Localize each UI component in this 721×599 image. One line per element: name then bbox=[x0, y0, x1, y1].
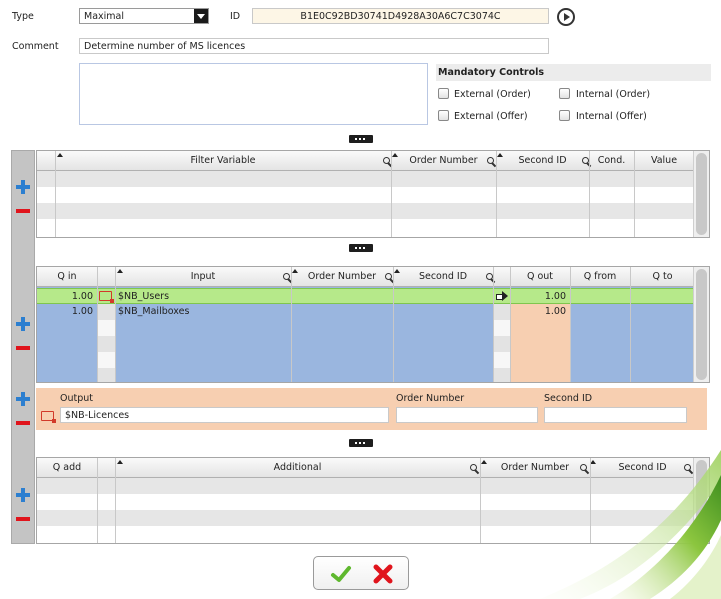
table-row[interactable] bbox=[37, 187, 695, 203]
variable-link-icon[interactable] bbox=[99, 291, 114, 303]
mandatory-controls-title: Mandatory Controls bbox=[438, 67, 545, 78]
col-filter-variable[interactable]: Filter Variable bbox=[55, 151, 391, 171]
output-order-number-field[interactable] bbox=[396, 407, 538, 423]
external-offer-checkbox[interactable] bbox=[438, 110, 449, 121]
col-q-from[interactable]: Q from bbox=[570, 267, 630, 287]
chevron-down-icon[interactable] bbox=[194, 9, 208, 23]
notes-textarea[interactable] bbox=[79, 63, 428, 125]
collapse-handle-1[interactable] bbox=[349, 135, 373, 143]
external-order-label: External (Order) bbox=[454, 89, 531, 100]
output-label: Output bbox=[60, 393, 93, 404]
q-in-cell[interactable]: 1.00 bbox=[37, 304, 93, 320]
col-value[interactable]: Value bbox=[634, 151, 694, 171]
comment-label: Comment bbox=[12, 41, 59, 52]
confirm-check-icon[interactable] bbox=[330, 563, 352, 585]
col-q-in[interactable]: Q in bbox=[37, 267, 97, 287]
output-second-id-label: Second ID bbox=[544, 393, 593, 404]
input-grid-scrollbar[interactable] bbox=[693, 267, 709, 382]
add-output-icon[interactable] bbox=[16, 392, 30, 406]
col-order-number[interactable]: Order Number bbox=[291, 267, 393, 287]
output-field[interactable]: $NB-Licences bbox=[60, 407, 389, 423]
add-additional-icon[interactable] bbox=[16, 488, 30, 502]
input-grid-header: Q in Input Order Number Second ID Q out … bbox=[37, 267, 709, 287]
add-input-icon[interactable] bbox=[16, 317, 30, 331]
remove-input-icon[interactable] bbox=[16, 341, 30, 355]
comment-field[interactable]: Determine number of MS licences bbox=[79, 38, 549, 54]
internal-order-label: Internal (Order) bbox=[576, 89, 651, 100]
arrow-right-icon[interactable] bbox=[496, 291, 508, 301]
col-second-id[interactable]: Second ID bbox=[393, 267, 493, 287]
id-field[interactable]: B1E0C92BD30741D4928A30A6C7C3074C bbox=[252, 8, 549, 24]
table-row[interactable] bbox=[37, 171, 695, 187]
play-icon[interactable] bbox=[557, 8, 575, 26]
filter-grid-scrollbar[interactable] bbox=[693, 151, 709, 237]
col-q-out[interactable]: Q out bbox=[510, 267, 570, 287]
filter-grid: Filter Variable Order Number Second ID C… bbox=[36, 150, 710, 238]
col-q-to[interactable]: Q to bbox=[630, 267, 695, 287]
input-cell[interactable]: $NB_Mailboxes bbox=[118, 304, 288, 320]
remove-filter-icon[interactable] bbox=[16, 204, 30, 218]
internal-offer-checkbox[interactable] bbox=[559, 110, 570, 121]
q-out-cell[interactable]: 1.00 bbox=[510, 289, 566, 305]
internal-offer-label: Internal (Offer) bbox=[576, 111, 647, 122]
input-cell[interactable]: $NB_Users bbox=[118, 289, 288, 305]
input-grid: Q in Input Order Number Second ID Q out … bbox=[36, 266, 710, 383]
key-icon bbox=[470, 464, 479, 473]
type-select-value: Maximal bbox=[84, 11, 124, 22]
q-out-column: 1.00 bbox=[510, 304, 570, 382]
type-select[interactable]: Maximal bbox=[79, 8, 209, 24]
external-offer-label: External (Offer) bbox=[454, 111, 528, 122]
cancel-x-icon[interactable] bbox=[372, 563, 394, 585]
table-row[interactable]: 1.00 $NB_Mailboxes bbox=[37, 304, 695, 320]
table-row[interactable]: 1.00 $NB_Users 1.00 bbox=[37, 288, 695, 304]
id-label: ID bbox=[230, 11, 241, 22]
collapse-handle-3[interactable] bbox=[349, 439, 373, 447]
q-in-cell[interactable]: 1.00 bbox=[37, 289, 93, 305]
collapse-handle-2[interactable] bbox=[349, 244, 373, 252]
filter-grid-header: Filter Variable Order Number Second ID C… bbox=[37, 151, 709, 171]
col-cond[interactable]: Cond. bbox=[589, 151, 634, 171]
col-q-add[interactable]: Q add bbox=[37, 458, 97, 478]
add-filter-icon[interactable] bbox=[16, 180, 30, 194]
col-second-id[interactable]: Second ID bbox=[496, 151, 589, 171]
col-additional[interactable]: Additional bbox=[115, 458, 480, 478]
table-row[interactable] bbox=[37, 219, 695, 235]
q-out-cell[interactable]: 1.00 bbox=[510, 304, 566, 320]
dialog-actions bbox=[313, 556, 409, 590]
decorative-swoosh bbox=[540, 450, 721, 599]
type-label: Type bbox=[12, 11, 34, 22]
mandatory-controls-header: Mandatory Controls bbox=[436, 64, 711, 81]
col-input[interactable]: Input bbox=[115, 267, 291, 287]
key-icon bbox=[487, 157, 496, 166]
variable-link-icon[interactable] bbox=[41, 411, 56, 423]
output-order-number-label: Order Number bbox=[396, 393, 465, 404]
table-row[interactable] bbox=[37, 203, 695, 219]
remove-output-icon[interactable] bbox=[16, 416, 30, 430]
col-order-number[interactable]: Order Number bbox=[391, 151, 496, 171]
external-order-checkbox[interactable] bbox=[438, 88, 449, 99]
internal-order-checkbox[interactable] bbox=[559, 88, 570, 99]
remove-additional-icon[interactable] bbox=[16, 512, 30, 526]
